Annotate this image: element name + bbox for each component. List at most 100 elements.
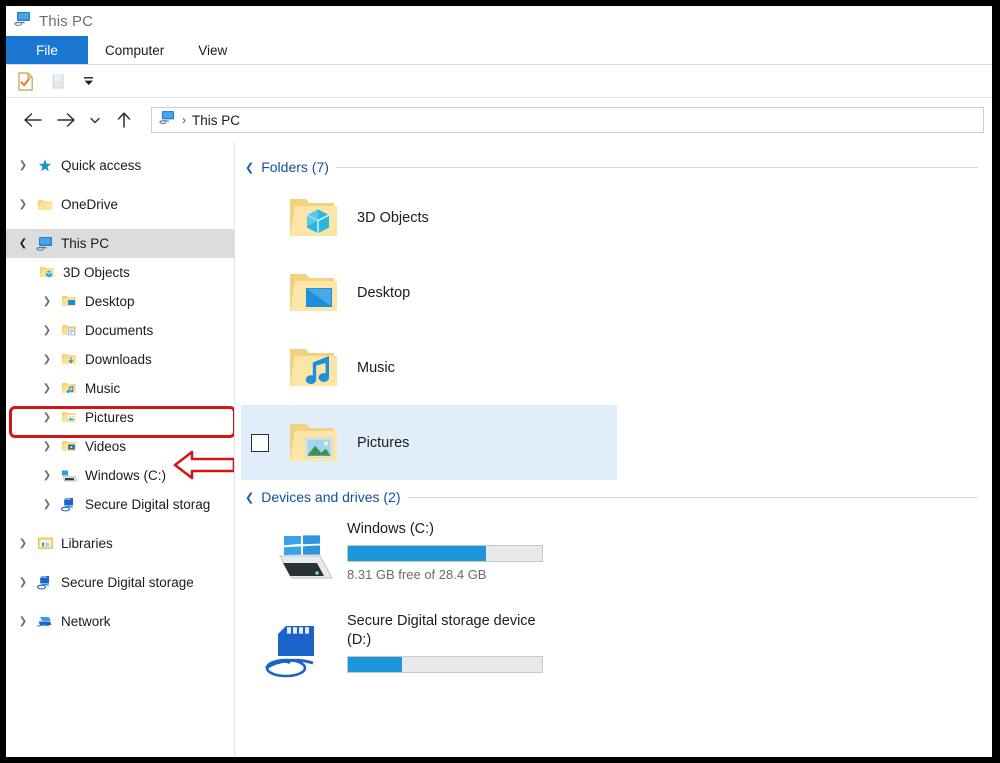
sidebar-item-pictures[interactable]: ❯ Pictures — [6, 403, 234, 432]
music-folder-icon — [281, 343, 343, 393]
sidebar-label: Secure Digital storage — [61, 575, 194, 590]
drives-grid: Windows (C:) 8.31 GB free of 28.4 GB — [235, 510, 992, 694]
sidebar-item-videos[interactable]: ❯ Videos — [6, 432, 234, 461]
chevron-down-icon[interactable]: ❮ — [12, 238, 34, 249]
hard-drive-icon — [58, 469, 80, 483]
group-header-devices-and-drives[interactable]: ❮ Devices and drives (2) — [235, 484, 992, 510]
drive-tile-windows-c[interactable]: Windows (C:) 8.31 GB free of 28.4 GB — [241, 510, 617, 602]
drive-info: Windows (C:) 8.31 GB free of 28.4 GB — [347, 516, 547, 582]
chevron-down-icon[interactable]: ❮ — [245, 491, 254, 504]
sidebar-item-3d-objects[interactable]: 3D Objects — [6, 258, 234, 287]
libraries-icon — [34, 536, 56, 551]
breadcrumb-this-pc[interactable]: This PC — [192, 113, 240, 128]
folder-tile-3d-objects[interactable]: 3D Objects — [241, 180, 617, 255]
folder-tile-desktop[interactable]: Desktop — [241, 255, 617, 330]
drive-tile-secure-digital-d[interactable]: Secure Digital storage device (D:) — [241, 602, 617, 694]
sidebar-item-secure-digital-storage[interactable]: ❯ Secure Digital storage — [6, 568, 234, 597]
chevron-right-icon[interactable]: ❯ — [12, 616, 34, 627]
sidebar-item-desktop[interactable]: ❯ Desktop — [6, 287, 234, 316]
sidebar-item-music[interactable]: ❯ Music — [6, 374, 234, 403]
sidebar-label: Documents — [85, 323, 153, 338]
onedrive-folder-icon — [34, 198, 56, 212]
3d-objects-folder-icon — [36, 265, 58, 280]
folder-name: 3D Objects — [357, 210, 429, 226]
title-bar: This PC — [6, 6, 992, 36]
sidebar-label: Network — [61, 614, 111, 629]
forward-arrow-icon[interactable] — [51, 105, 81, 135]
tab-file[interactable]: File — [6, 36, 88, 64]
properties-icon[interactable] — [17, 72, 34, 91]
desktop-folder-icon — [281, 268, 343, 318]
folder-tile-pictures[interactable]: Pictures — [241, 405, 617, 480]
address-bar[interactable]: › This PC — [151, 107, 984, 133]
capacity-fill — [348, 657, 402, 672]
recent-locations-icon[interactable] — [84, 105, 106, 135]
drive-name: Windows (C:) — [347, 520, 547, 539]
sidebar-item-this-pc[interactable]: ❮ This PC — [6, 229, 234, 258]
customize-dropdown-icon[interactable] — [82, 74, 96, 88]
folder-tile-music[interactable]: Music — [241, 330, 617, 405]
chevron-right-icon[interactable]: ❯ — [36, 296, 58, 307]
sidebar-label: Videos — [85, 439, 126, 454]
group-divider — [336, 167, 978, 168]
chevron-right-icon[interactable]: ❯ — [12, 199, 34, 210]
new-folder-icon[interactable] — [50, 73, 66, 90]
file-explorer-window: This PC File Computer View — [6, 6, 992, 757]
chevron-right-icon[interactable]: ❯ — [12, 160, 34, 171]
up-arrow-icon[interactable] — [109, 105, 139, 135]
spacer — [6, 219, 234, 229]
3d-objects-folder-icon — [281, 193, 343, 243]
spacer — [6, 597, 234, 607]
drive-free-space: 8.31 GB free of 28.4 GB — [347, 567, 547, 582]
address-this-pc-icon — [159, 110, 176, 130]
folder-name: Desktop — [357, 285, 410, 301]
desktop-folder-icon — [58, 294, 80, 309]
chevron-right-icon[interactable]: ❯ — [36, 354, 58, 365]
sidebar-label: OneDrive — [61, 197, 118, 212]
sidebar-item-network[interactable]: ❯ Network — [6, 607, 234, 636]
sd-card-icon — [251, 608, 347, 680]
chevron-right-icon[interactable]: ❯ — [36, 499, 58, 510]
sidebar-label: Pictures — [85, 410, 134, 425]
group-header-folders[interactable]: ❮ Folders (7) — [235, 154, 992, 180]
spacer — [6, 519, 234, 529]
sidebar-item-downloads[interactable]: ❯ Downloads — [6, 345, 234, 374]
drive-name: Secure Digital storage device (D:) — [347, 612, 547, 650]
chevron-right-icon[interactable]: ❯ — [36, 325, 58, 336]
music-folder-icon — [58, 381, 80, 396]
tab-computer[interactable]: Computer — [88, 36, 181, 64]
drive-info: Secure Digital storage device (D:) — [347, 608, 547, 673]
sidebar-item-windows-c[interactable]: ❯ Windows (C:) — [6, 461, 234, 490]
navigation-pane: ❯ Quick access ❯ OneDrive ❮ — [6, 142, 235, 757]
network-icon — [34, 614, 56, 629]
sidebar-item-documents[interactable]: ❯ Documents — [6, 316, 234, 345]
documents-folder-icon — [58, 323, 80, 338]
back-arrow-icon[interactable] — [18, 105, 48, 135]
capacity-fill — [348, 546, 486, 561]
sidebar-label: Downloads — [85, 352, 152, 367]
sidebar-label: Quick access — [61, 158, 141, 173]
tab-view[interactable]: View — [181, 36, 244, 64]
sidebar-label: Secure Digital storag — [85, 497, 210, 512]
this-pc-icon — [34, 236, 56, 252]
sidebar-label: Windows (C:) — [85, 468, 166, 483]
sd-card-icon — [34, 575, 56, 590]
folder-name: Pictures — [357, 435, 409, 451]
sidebar-item-libraries[interactable]: ❯ Libraries — [6, 529, 234, 558]
sidebar-label: 3D Objects — [63, 265, 130, 280]
folders-grid: 3D Objects Desktop — [235, 180, 992, 480]
selection-checkbox[interactable] — [251, 434, 269, 452]
sidebar-item-onedrive[interactable]: ❯ OneDrive — [6, 190, 234, 219]
sidebar-item-quick-access[interactable]: ❯ Quick access — [6, 151, 234, 180]
chevron-right-icon[interactable]: ❯ — [36, 470, 58, 481]
chevron-right-icon[interactable]: ❯ — [36, 412, 58, 423]
chevron-right-icon[interactable]: ❯ — [36, 441, 58, 452]
chevron-right-icon[interactable]: ❯ — [12, 577, 34, 588]
pictures-folder-icon — [281, 418, 343, 468]
sidebar-label: Music — [85, 381, 120, 396]
chevron-right-icon[interactable]: ❯ — [36, 383, 58, 394]
sidebar-label: Libraries — [61, 536, 113, 551]
sidebar-item-secure-digital-storage-child[interactable]: ❯ Secure Digital storag — [6, 490, 234, 519]
chevron-right-icon[interactable]: ❯ — [12, 538, 34, 549]
chevron-down-icon[interactable]: ❮ — [245, 161, 254, 174]
